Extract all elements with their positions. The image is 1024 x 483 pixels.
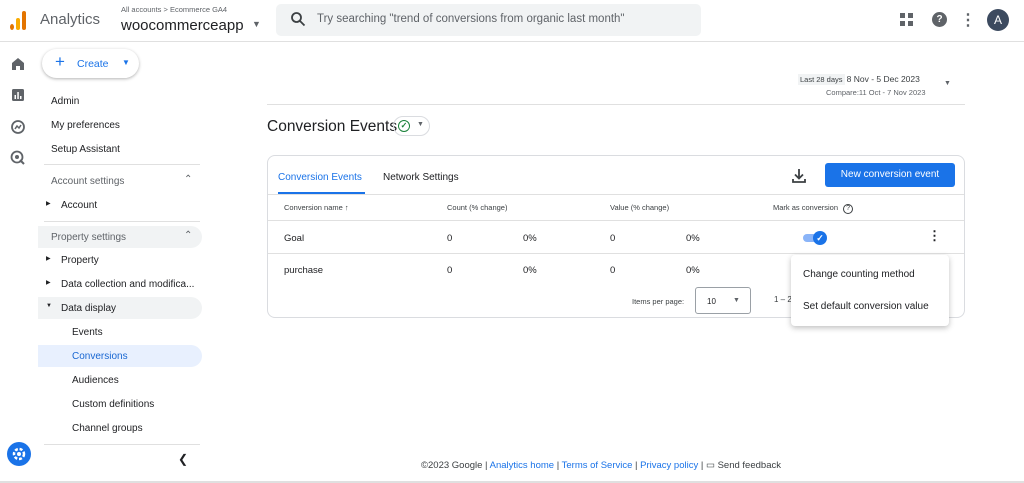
new-conversion-event-button[interactable]: New conversion event — [825, 163, 955, 187]
row-name: purchase — [284, 265, 324, 276]
items-per-page-label: Items per page: — [632, 297, 685, 306]
search-icon — [291, 12, 306, 27]
feedback-icon: ▭ — [705, 460, 715, 471]
left-rail — [0, 42, 36, 483]
nav-item-setup-assistant[interactable]: Setup Assistant — [51, 144, 120, 155]
nav-item-account[interactable]: ▶ Account — [38, 194, 202, 216]
search-placeholder: Try searching "trend of conversions from… — [317, 13, 625, 25]
avatar[interactable]: A — [987, 9, 1009, 31]
analytics-home-link[interactable]: Analytics home — [490, 460, 554, 471]
divider — [267, 104, 965, 105]
property-settings-section[interactable]: Property settings ⌃ — [38, 226, 202, 248]
row-value: 0 — [610, 233, 616, 244]
status-chip[interactable]: ✓ ▼ — [393, 116, 430, 136]
top-bar: Analytics All accounts > Ecommerce GA4 w… — [0, 0, 1024, 42]
caret-down-icon: ▼ — [417, 121, 424, 128]
column-header-mark: Mark as conversion ? — [773, 203, 854, 214]
terms-link[interactable]: Terms of Service — [562, 460, 633, 471]
plus-icon: + — [55, 52, 65, 71]
row-count: 0 — [447, 265, 453, 276]
divider — [44, 221, 200, 222]
row-value-change: 0% — [686, 233, 700, 244]
nav-item-data-collection[interactable]: ▶ Data collection and modifica... — [38, 273, 202, 295]
expand-arrow-icon: ▶ — [46, 280, 51, 286]
sort-arrow-up-icon: ↑ — [344, 203, 349, 212]
tab-conversion-events[interactable]: Conversion Events — [278, 172, 362, 183]
nav-item-events[interactable]: Events — [38, 321, 202, 343]
home-icon[interactable] — [10, 56, 26, 72]
admin-gear-icon[interactable] — [7, 442, 31, 466]
menu-item-set-default-value[interactable]: Set default conversion value — [803, 301, 929, 312]
app-name[interactable]: Analytics — [40, 11, 100, 28]
tab-network-settings[interactable]: Network Settings — [383, 172, 459, 183]
help-icon[interactable]: ? — [932, 12, 947, 27]
column-header-value[interactable]: Value (% change) — [610, 203, 669, 212]
account-settings-section[interactable]: Account settings ⌃ — [38, 170, 202, 192]
nav-item-property[interactable]: ▶ Property — [38, 249, 202, 271]
admin-nav: + Create ▼ Admin My preferences Setup As… — [36, 42, 206, 483]
pagination-range: 1 – 2 — [774, 295, 792, 304]
explore-icon[interactable] — [10, 119, 26, 135]
divider — [44, 164, 200, 165]
create-button[interactable]: + Create ▼ — [42, 49, 139, 78]
apps-grid-icon[interactable] — [900, 13, 914, 27]
check-circle-icon: ✓ — [398, 120, 410, 132]
nav-item-custom-definitions[interactable]: Custom definitions — [38, 393, 202, 415]
row-count-change: 0% — [523, 265, 537, 276]
column-header-name[interactable]: Conversion name ↑ — [284, 203, 349, 212]
divider — [268, 194, 964, 195]
expand-arrow-icon: ▶ — [46, 201, 51, 207]
menu-item-change-counting-method[interactable]: Change counting method — [803, 269, 915, 280]
items-per-page-select[interactable]: 10 ▼ — [695, 287, 751, 314]
caret-down-icon: ▼ — [122, 58, 130, 67]
nav-item-channel-groups[interactable]: Channel groups — [38, 417, 202, 439]
nav-item-admin[interactable]: Admin — [51, 96, 79, 107]
collapse-nav-chevron-icon[interactable]: ❮ — [178, 452, 188, 466]
row-context-menu: Change counting method Set default conve… — [791, 255, 949, 326]
row-count: 0 — [447, 233, 453, 244]
divider — [44, 444, 200, 445]
check-icon: ✓ — [813, 231, 827, 245]
more-vert-icon[interactable]: ⋮ — [960, 10, 976, 30]
privacy-link[interactable]: Privacy policy — [640, 460, 698, 471]
row-count-change: 0% — [523, 233, 537, 244]
chevron-up-icon: ⌃ — [184, 230, 193, 241]
collapse-arrow-icon: ▼ — [46, 303, 52, 309]
account-dropdown-icon[interactable]: ▼ — [252, 19, 261, 29]
account-breadcrumb[interactable]: All accounts > Ecommerce GA4 — [121, 5, 227, 14]
help-circle-icon[interactable]: ? — [843, 204, 854, 214]
send-feedback-link[interactable]: Send feedback — [718, 460, 781, 471]
nav-item-audiences[interactable]: Audiences — [38, 369, 202, 391]
nav-item-my-preferences[interactable]: My preferences — [51, 120, 120, 131]
advertising-icon[interactable] — [10, 150, 26, 166]
chevron-up-icon: ⌃ — [184, 174, 193, 185]
row-value: 0 — [610, 265, 616, 276]
footer: ©2023 Google | Analytics home | Terms of… — [421, 460, 781, 471]
date-range-picker[interactable]: Last 28 days 8 Nov - 5 Dec 2023 — [798, 74, 920, 85]
nav-item-conversions[interactable]: Conversions — [38, 345, 202, 367]
divider — [268, 253, 964, 254]
caret-down-icon: ▼ — [733, 297, 740, 304]
search-bar[interactable]: Try searching "trend of conversions from… — [276, 4, 701, 36]
analytics-logo-icon[interactable] — [9, 10, 29, 30]
row-value-change: 0% — [686, 265, 700, 276]
page-title: Conversion Events — [267, 118, 398, 135]
date-compare: Compare:11 Oct - 7 Nov 2023 — [826, 88, 926, 97]
row-more-vert-icon[interactable]: ⋮ — [928, 228, 941, 244]
mark-as-conversion-toggle[interactable]: ✓ — [803, 231, 827, 245]
row-name: Goal — [284, 233, 305, 244]
column-header-count[interactable]: Count (% change) — [447, 203, 507, 212]
nav-item-data-display[interactable]: ▼ Data display — [38, 297, 202, 319]
divider — [268, 220, 964, 221]
download-icon[interactable] — [792, 168, 806, 184]
reports-icon[interactable] — [10, 87, 26, 103]
date-dropdown-icon[interactable]: ▼ — [944, 80, 951, 87]
expand-arrow-icon: ▶ — [46, 256, 51, 262]
account-name[interactable]: woocommerceapp — [121, 17, 244, 34]
